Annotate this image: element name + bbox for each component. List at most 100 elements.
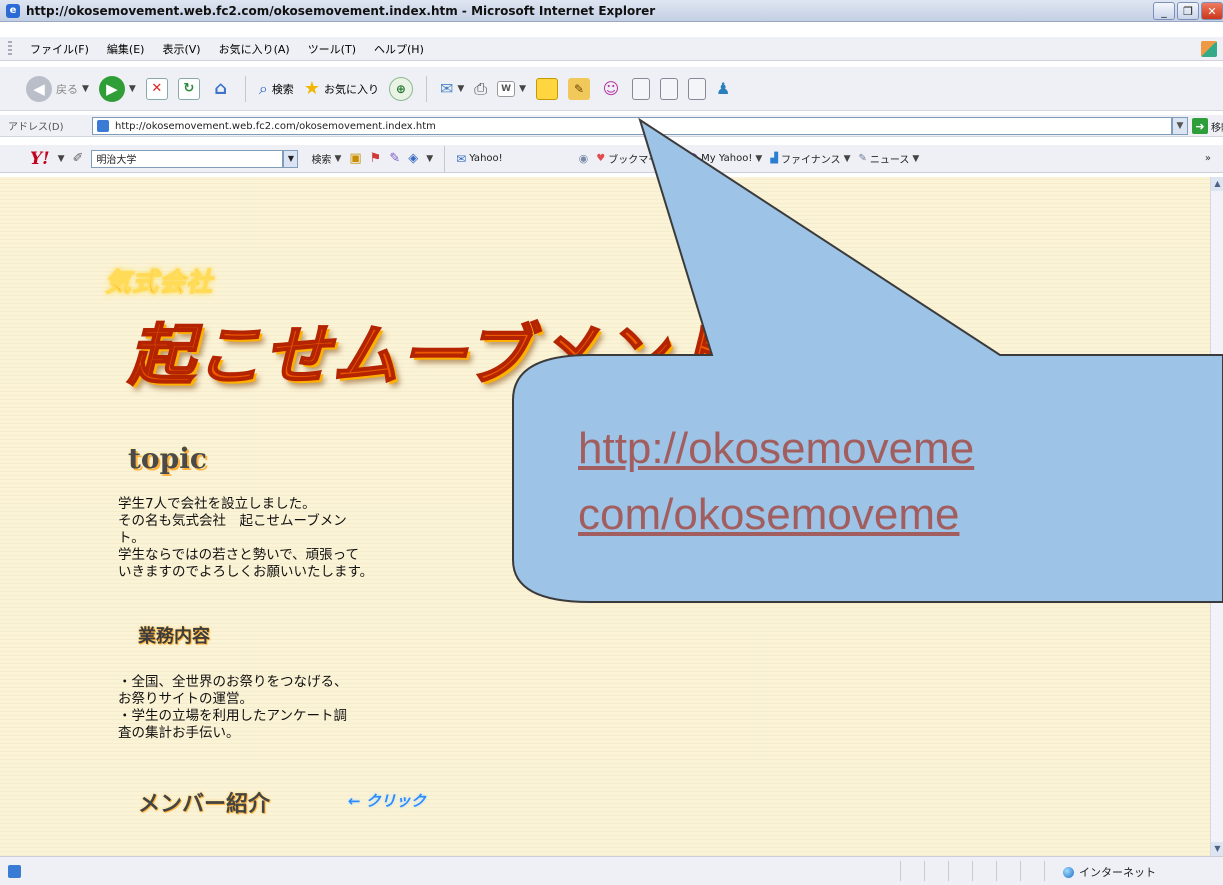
my-yahoo-icon: [686, 152, 699, 165]
zone-label: インターネット: [1079, 866, 1156, 879]
globe-icon: [1063, 866, 1074, 878]
page-icon[interactable]: [660, 77, 679, 100]
search-label: 検索: [271, 82, 294, 96]
chevron-down-icon[interactable]: ▼: [129, 84, 136, 94]
page-icon[interactable]: [632, 77, 651, 100]
toolbar-divider: [425, 75, 427, 102]
refresh-icon[interactable]: ↻: [177, 77, 200, 100]
my-yahoo-label: My Yahoo!: [701, 153, 753, 164]
research-icon[interactable]: ✎: [568, 77, 591, 100]
pencil-icon[interactable]: ✐: [73, 151, 84, 166]
favorites-button[interactable]: ★ お気に入り: [304, 78, 379, 99]
address-input[interactable]: http://okosemovement.web.fc2.com/okosemo…: [92, 117, 1172, 135]
close-button[interactable]: ✕: [1201, 2, 1223, 20]
chevron-down-icon[interactable]: ▼: [1172, 117, 1188, 135]
mail-button[interactable]: ✉ ▼: [440, 79, 464, 98]
go-button[interactable]: ➜ 移動: [1192, 118, 1223, 134]
yahoo-search-label: 検索: [311, 155, 332, 166]
news-icon: ✎: [858, 153, 867, 164]
kishiki-kaisha-logo: 気式会社: [104, 268, 214, 299]
chevron-down-icon: ▼: [334, 153, 342, 164]
yahoo-mail-button[interactable]: ✉ Yahoo!: [456, 152, 503, 166]
menu-favorites[interactable]: お気に入り(A): [219, 41, 290, 57]
callout-url-text[interactable]: http://okosemoveme com/okosemoveme: [578, 416, 1223, 548]
folder-icon[interactable]: ▣: [349, 151, 361, 166]
edit-icon: W: [497, 80, 516, 97]
news-button[interactable]: ✎ ニュース ▼: [858, 151, 919, 166]
chevron-down-icon[interactable]: ▼: [58, 154, 65, 164]
toolbar-grip-icon[interactable]: [8, 41, 12, 57]
menu-file[interactable]: ファイル(F): [30, 41, 89, 57]
chevron-down-icon[interactable]: ▼: [82, 84, 89, 94]
go-arrow-icon: ➜: [1192, 118, 1208, 134]
search-button[interactable]: ⌕ 検索: [259, 79, 294, 99]
favorites-label: お気に入り: [323, 82, 379, 96]
messenger-people-icon[interactable]: ♟: [716, 79, 730, 98]
restore-button[interactable]: ❐: [1177, 2, 1199, 20]
member-click-link[interactable]: ← クリック: [348, 790, 426, 811]
chevron-down-icon[interactable]: ▼: [519, 84, 526, 94]
back-arrow-icon: ◀: [26, 75, 52, 102]
scroll-up-icon[interactable]: ▲: [1211, 177, 1223, 191]
print-icon[interactable]: ⎙: [474, 79, 487, 99]
bookmark-label: ブックマーク: [608, 155, 669, 166]
back-button[interactable]: ◀ 戻る ▼: [26, 75, 89, 102]
edit-button[interactable]: W ▼: [497, 80, 526, 97]
yahoo-search-button[interactable]: 検索 ▼: [311, 151, 342, 167]
menu-help[interactable]: ヘルプ(H): [374, 41, 424, 57]
highlighter-icon[interactable]: ✎: [389, 151, 400, 166]
title-bar: e http://okosemovement.web.fc2.com/okose…: [0, 0, 1223, 22]
yahoo-logo[interactable]: Y!: [30, 149, 50, 169]
page-status-icon: [8, 865, 21, 878]
mail-icon: ✉: [456, 151, 467, 166]
company-name-logo: 起こせムーブメント: [127, 316, 737, 395]
yahoo-search-value: 明治大学: [96, 155, 137, 166]
overflow-chevron-icon[interactable]: »: [1205, 153, 1211, 164]
messenger-icon[interactable]: ☺: [600, 78, 622, 100]
star-icon: ★: [303, 78, 320, 99]
history-icon[interactable]: ⊕: [388, 76, 413, 101]
page-icon[interactable]: [688, 77, 707, 100]
minimize-button[interactable]: _: [1153, 2, 1175, 20]
chevron-down-icon: ▼: [755, 153, 763, 164]
stop-icon[interactable]: ✕: [145, 77, 168, 100]
forward-button[interactable]: ▶ ▼: [98, 75, 136, 102]
bookmark-button[interactable]: ♥ ブックマーク ▼: [596, 151, 678, 166]
bookmark-icon: ♥: [596, 153, 606, 164]
folder-icon[interactable]: [536, 77, 559, 100]
chevron-down-icon[interactable]: ▼: [426, 154, 433, 164]
mail-icon: ✉: [439, 79, 454, 98]
go-label: 移動: [1211, 122, 1223, 134]
forward-arrow-icon: ▶: [98, 75, 125, 102]
finance-label: ファイナンス: [780, 155, 841, 166]
toolbar-divider: [244, 75, 246, 102]
chevron-down-icon[interactable]: ▼: [457, 84, 464, 94]
toolbar-divider: [444, 145, 446, 172]
address-url: http://okosemovement.web.fc2.com/okosemo…: [115, 120, 436, 132]
back-label: 戻る: [56, 82, 78, 96]
search-icon: ⌕: [258, 78, 268, 98]
address-label: アドレス(D): [8, 122, 64, 133]
dictionary-icon[interactable]: ◈: [408, 151, 418, 166]
window-title: http://okosemovement.web.fc2.com/okosemo…: [26, 3, 656, 18]
window-controls: _ ❐ ✕: [1153, 2, 1223, 20]
status-bar: インターネット: [0, 856, 1223, 885]
callout-line-2[interactable]: com/okosemoveme: [578, 482, 1223, 548]
flag-icon[interactable]: ⚑: [370, 151, 382, 166]
chevron-down-icon[interactable]: ▼: [283, 149, 299, 168]
callout-line-1[interactable]: http://okosemoveme: [578, 416, 1223, 482]
my-yahoo-button[interactable]: My Yahoo! ▼: [686, 152, 763, 165]
menu-edit[interactable]: 編集(E): [107, 41, 145, 57]
home-icon[interactable]: ⌂: [210, 78, 232, 100]
menu-view[interactable]: 表示(V): [162, 41, 200, 57]
scroll-down-icon[interactable]: ▼: [1211, 842, 1223, 856]
chevron-down-icon: ▼: [843, 153, 851, 164]
finance-button[interactable]: ▟ ファイナンス ▼: [770, 151, 850, 166]
windows-logo-icon: [1201, 41, 1217, 57]
messenger-icon[interactable]: ◉: [579, 152, 589, 165]
yahoo-search-input[interactable]: 明治大学 ▼: [91, 149, 299, 168]
chevron-down-icon: ▼: [912, 153, 920, 164]
menu-tools[interactable]: ツール(T): [308, 41, 356, 57]
yahoo-toolbar: Y! ▼ ✐ 明治大学 ▼ 検索 ▼ ▣ ⚑ ✎ ◈ ▼ ✉ Yahoo! ◉ …: [0, 145, 1223, 173]
member-heading[interactable]: メンバー紹介: [138, 786, 270, 818]
